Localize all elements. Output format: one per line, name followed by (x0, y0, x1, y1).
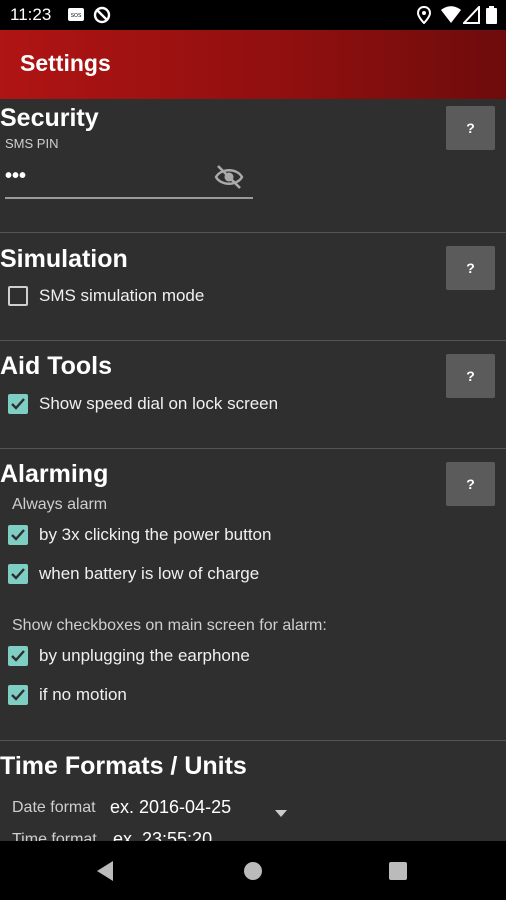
simulation-title: Simulation (0, 245, 128, 273)
navigation-bar (0, 841, 506, 900)
earphone-checkbox[interactable] (8, 646, 28, 666)
alarming-help-button[interactable]: ? (446, 462, 495, 506)
blocked-circle-icon (93, 6, 111, 29)
speed-dial-label: Show speed dial on lock screen (39, 394, 279, 413)
alarming-title: Alarming (0, 460, 109, 488)
security-help-button[interactable]: ? (446, 106, 495, 150)
home-icon[interactable] (243, 861, 263, 886)
earphone-row[interactable]: by unplugging the earphone (8, 642, 250, 670)
battery-icon (486, 6, 497, 29)
wifi-icon (441, 6, 461, 29)
security-title: Security (0, 104, 99, 132)
speed-dial-checkbox[interactable] (8, 394, 28, 414)
chevron-down-icon[interactable] (275, 805, 287, 823)
show-checkboxes-label: Show checkboxes on main screen for alarm… (12, 617, 327, 634)
alarming-section: Alarming ? Always alarm by 3x clicking t… (0, 449, 506, 741)
check-icon (11, 398, 25, 410)
aid-tools-section: Aid Tools ? Show speed dial on lock scre… (0, 341, 506, 449)
simulation-help-button[interactable]: ? (446, 246, 495, 290)
page-title: Settings (20, 50, 111, 76)
simulation-section: Simulation ? SMS simulation mode (0, 233, 506, 341)
status-time: 11:23 (10, 5, 52, 24)
signal-icon (461, 4, 480, 29)
back-icon[interactable] (95, 860, 115, 887)
aid-tools-help-button[interactable]: ? (446, 354, 495, 398)
security-section: Security ? SMS PIN ••• (0, 99, 506, 233)
status-bar: 11:23 SOS (0, 0, 506, 30)
eye-off-icon[interactable] (214, 164, 244, 195)
no-motion-checkbox[interactable] (8, 685, 28, 705)
app-bar: Settings (0, 30, 506, 99)
time-formats-title: Time Formats / Units (0, 752, 247, 780)
battery-low-checkbox[interactable] (8, 564, 28, 584)
power-button-row[interactable]: by 3x clicking the power button (8, 521, 271, 549)
check-icon (11, 529, 25, 541)
earphone-label: by unplugging the earphone (39, 646, 250, 665)
speed-dial-row[interactable]: Show speed dial on lock screen (8, 390, 278, 418)
sms-pin-field[interactable]: ••• (5, 159, 253, 199)
no-motion-row[interactable]: if no motion (8, 681, 127, 709)
aid-tools-title: Aid Tools (0, 352, 113, 380)
sms-simulation-row[interactable]: SMS simulation mode (8, 282, 204, 310)
time-format-label: Time format (12, 831, 97, 841)
date-format-row[interactable]: Date format ex. 2016-04-25 (12, 797, 302, 823)
sms-icon: SOS (67, 6, 85, 29)
recents-icon[interactable] (389, 862, 407, 885)
power-button-label: by 3x clicking the power button (39, 525, 272, 544)
sms-simulation-checkbox[interactable] (8, 286, 28, 306)
date-format-select[interactable]: ex. 2016-04-25 (110, 797, 231, 818)
time-formats-section: Time Formats / Units Date format ex. 201… (0, 741, 506, 841)
power-button-checkbox[interactable] (8, 525, 28, 545)
sms-pin-label: SMS PIN (5, 136, 59, 151)
date-format-label: Date format (12, 799, 96, 816)
sms-simulation-label: SMS simulation mode (39, 286, 205, 305)
location-icon (416, 5, 432, 29)
sms-pin-value: ••• (5, 165, 27, 187)
check-icon (11, 650, 25, 662)
check-icon (11, 689, 25, 701)
battery-low-label: when battery is low of charge (39, 564, 260, 583)
svg-text:SOS: SOS (71, 13, 82, 19)
time-format-row[interactable]: Time format ex. 23:55:20 (12, 829, 312, 841)
time-format-select[interactable]: ex. 23:55:20 (113, 829, 212, 841)
always-alarm-label: Always alarm (12, 496, 108, 513)
check-icon (11, 568, 25, 580)
battery-low-row[interactable]: when battery is low of charge (8, 560, 259, 588)
settings-content[interactable]: Security ? SMS PIN ••• Simulation ? SMS … (0, 99, 506, 841)
no-motion-label: if no motion (39, 685, 127, 704)
